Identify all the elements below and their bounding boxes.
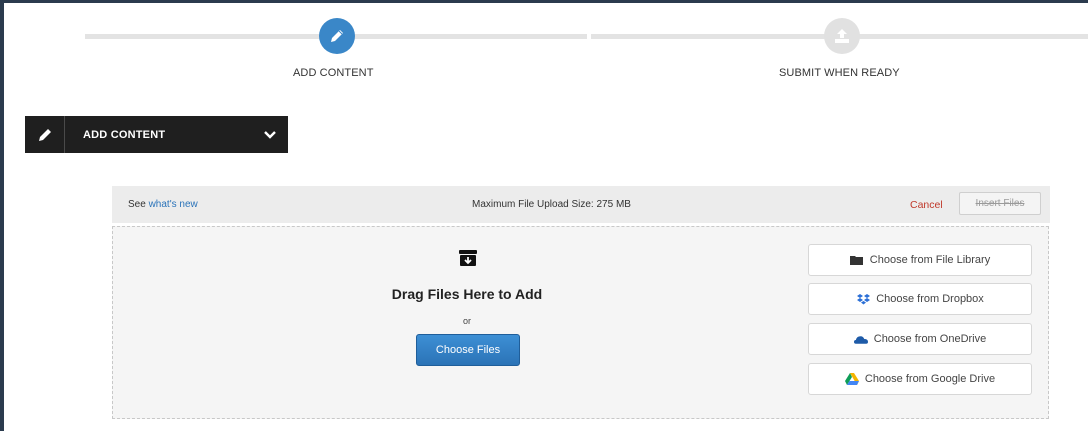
- chevron-down-icon: [264, 130, 276, 139]
- drag-files-title: Drag Files Here to Add: [391, 286, 543, 302]
- onedrive-icon: [853, 333, 868, 345]
- whats-new-text: See what's new: [128, 199, 198, 210]
- section-toggle[interactable]: [252, 130, 288, 140]
- step-submit-when-ready[interactable]: [824, 18, 860, 54]
- file-drop-zone[interactable]: Drag Files Here to Add or Choose Files C…: [112, 226, 1049, 419]
- upload-toolbar: See what's new Maximum File Upload Size:…: [112, 186, 1050, 223]
- pencil-icon: [38, 128, 51, 141]
- choose-from-google-drive-button[interactable]: Choose from Google Drive: [808, 363, 1032, 395]
- window-frame-left: [0, 0, 4, 431]
- choose-from-onedrive-button[interactable]: Choose from OneDrive: [808, 323, 1032, 355]
- or-separator: or: [462, 316, 471, 326]
- google-drive-icon: [844, 373, 859, 385]
- choose-files-button[interactable]: Choose Files: [416, 334, 520, 366]
- step-label-submit: SUBMIT WHEN READY: [779, 67, 900, 79]
- max-upload-size: Maximum File Upload Size: 275 MB: [472, 199, 631, 210]
- upload-icon: [835, 29, 849, 43]
- file-library-label: Choose from File Library: [869, 254, 991, 266]
- whats-new-link[interactable]: what's new: [149, 199, 198, 210]
- insert-files-button[interactable]: Insert Files: [959, 192, 1041, 215]
- section-pencil-box: [25, 116, 65, 153]
- dropbox-label: Choose from Dropbox: [876, 293, 984, 305]
- add-content-section-header[interactable]: ADD CONTENT: [25, 116, 288, 153]
- dropbox-icon: [856, 293, 870, 305]
- choose-from-file-library-button[interactable]: Choose from File Library: [808, 244, 1032, 276]
- see-prefix: See: [128, 199, 146, 210]
- choose-from-dropbox-button[interactable]: Choose from Dropbox: [808, 283, 1032, 315]
- window-frame-top: [0, 0, 1088, 3]
- cancel-link[interactable]: Cancel: [910, 199, 943, 211]
- step-label-add-content: ADD CONTENT: [293, 67, 374, 79]
- onedrive-label: Choose from OneDrive: [873, 333, 987, 345]
- pencil-icon: [331, 30, 343, 42]
- section-title: ADD CONTENT: [83, 128, 166, 141]
- google-drive-label: Choose from Google Drive: [864, 373, 996, 385]
- archive-download-icon: [459, 250, 477, 266]
- step-add-content[interactable]: [319, 18, 355, 54]
- folder-icon: [850, 254, 864, 266]
